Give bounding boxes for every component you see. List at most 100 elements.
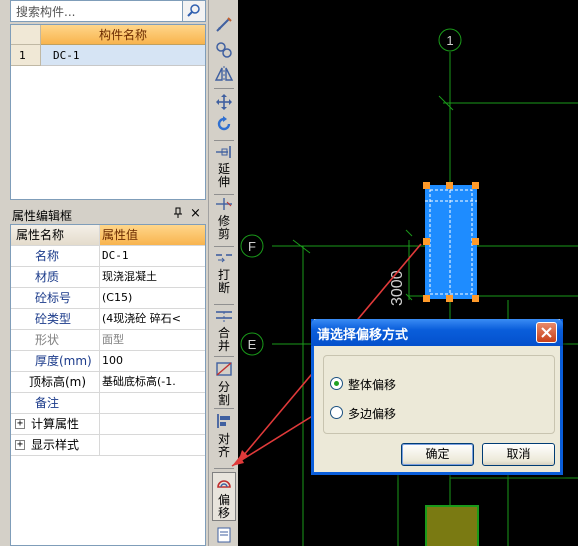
property-row-shape: 形状 面型 — [11, 330, 205, 351]
offset-mode-group: 整体偏移 多边偏移 — [323, 355, 555, 434]
axis-label-e: E — [248, 337, 257, 352]
edit-toolbar: 延伸 修剪 打断 合并 分割 对齐 偏移 — [208, 0, 238, 546]
dialog-close-button[interactable] — [536, 322, 557, 343]
property-row-concrete-type[interactable]: 砼类型 (4现浇砼 碎石< — [11, 309, 205, 330]
property-value[interactable]: (C15) — [100, 288, 205, 308]
property-row-top-elevation[interactable]: 顶标高(m) 基础底标高(-1. — [11, 372, 205, 393]
dimension-text: 3000 — [389, 270, 406, 306]
align-icon — [217, 414, 230, 428]
property-key: 顶标高(m) — [11, 372, 100, 392]
move-button[interactable] — [212, 92, 236, 115]
property-group-label: + 显示样式 — [11, 435, 100, 455]
property-row-concrete-grade[interactable]: 砼标号 (C15) — [11, 288, 205, 309]
row-name[interactable]: DC-1 — [41, 45, 205, 66]
expand-icon[interactable]: + — [15, 440, 25, 450]
property-value[interactable]: 基础底标高(-1. — [100, 372, 205, 392]
split-button[interactable]: 分割 — [212, 360, 236, 407]
document-icon — [217, 527, 231, 543]
rotate-button[interactable] — [212, 114, 236, 137]
mirror-button[interactable] — [212, 64, 236, 87]
radio-polygon-offset-label[interactable]: 多边偏移 — [348, 405, 396, 422]
merge-icon — [216, 311, 232, 322]
copy-icon — [216, 42, 232, 58]
property-row-remark[interactable]: 备注 — [11, 393, 205, 414]
search-input[interactable]: 搜索构件... — [16, 3, 75, 20]
property-name-header: 属性名称 — [11, 225, 100, 245]
column-header-name[interactable]: 构件名称 — [41, 25, 205, 45]
selected-footing[interactable] — [423, 182, 479, 302]
row-index: 1 — [11, 45, 41, 66]
property-value[interactable]: DC-1 — [100, 246, 205, 266]
property-key: 材质 — [11, 267, 100, 287]
property-key: 备注 — [11, 393, 100, 413]
offset-icon — [217, 480, 231, 488]
mirror-copy-button[interactable] — [212, 40, 236, 63]
pin-icon[interactable] — [173, 207, 183, 222]
property-key: 形状 — [11, 330, 100, 350]
radio-selected-dot — [334, 381, 339, 386]
ok-button[interactable]: 确定 — [401, 443, 474, 466]
trim-button[interactable]: 修剪 — [212, 196, 236, 241]
group-name: 计算属性 — [31, 417, 80, 431]
radio-whole-offset-label[interactable]: 整体偏移 — [348, 376, 396, 393]
property-group-label: + 计算属性 — [11, 414, 100, 434]
property-row-material[interactable]: 材质 现浇混凝土 — [11, 267, 205, 288]
search-button[interactable] — [182, 1, 205, 21]
pencil-tool-button[interactable] — [212, 14, 236, 37]
property-group-display[interactable]: + 显示样式 — [11, 435, 205, 456]
property-value — [100, 414, 205, 434]
property-key: 名称 — [11, 246, 100, 266]
offset-button[interactable]: 偏移 — [212, 472, 236, 521]
property-value[interactable]: 100 — [100, 351, 205, 371]
break-icon — [216, 254, 232, 263]
dialog-titlebar[interactable]: 请选择偏移方式 — [311, 319, 563, 346]
next-tool-button[interactable] — [212, 526, 236, 546]
extend-label: 延伸 — [218, 162, 231, 189]
break-button[interactable]: 打断 — [212, 250, 236, 295]
rotate-icon — [217, 116, 231, 131]
property-row-thickness[interactable]: 厚度(mm) 100 — [11, 351, 205, 372]
extend-button[interactable]: 延伸 — [212, 144, 236, 189]
split-icon — [216, 362, 232, 376]
extend-icon — [216, 146, 231, 158]
property-grid: 属性名称 属性值 名称 DC-1 材质 现浇混凝土 砼标号 (C15) 砼类型 … — [10, 224, 206, 546]
property-value-header: 属性值 — [100, 225, 205, 245]
align-button[interactable]: 对齐 — [212, 412, 236, 459]
merge-button[interactable]: 合并 — [212, 308, 236, 353]
component-list: 构件名称 1 DC-1 — [10, 24, 206, 200]
offset-label: 偏移 — [218, 493, 231, 520]
property-panel-titlebar: 属性编辑框 × — [10, 206, 206, 223]
trim-icon — [216, 198, 232, 210]
property-value — [100, 435, 205, 455]
property-key: 砼标号 — [11, 288, 100, 308]
move-icon — [216, 94, 232, 110]
list-row[interactable]: 1 DC-1 — [11, 45, 205, 66]
dialog-title: 请选择偏移方式 — [317, 328, 409, 343]
merge-label: 合并 — [218, 326, 231, 353]
search-box[interactable]: 搜索构件... — [10, 0, 206, 22]
axis-label-f: F — [248, 239, 256, 254]
left-panel: 搜索构件... 构件名称 1 DC-1 属性编辑框 × 属性名称 属性值 名称 … — [0, 0, 208, 546]
property-panel-title: 属性编辑框 — [12, 209, 73, 223]
lower-footing[interactable] — [425, 505, 479, 546]
property-grid-header: 属性名称 属性值 — [11, 225, 205, 246]
property-value[interactable]: (4现浇砼 碎石< — [100, 309, 205, 329]
search-icon — [187, 4, 200, 17]
property-key: 砼类型 — [11, 309, 100, 329]
radio-polygon-offset[interactable] — [330, 406, 343, 419]
property-value[interactable] — [100, 393, 205, 413]
property-group-calc[interactable]: + 计算属性 — [11, 414, 205, 435]
close-panel-button[interactable]: × — [190, 206, 201, 221]
cancel-button[interactable]: 取消 — [482, 443, 555, 466]
mirror-icon — [214, 66, 234, 82]
axis-label-1: 1 — [446, 33, 453, 48]
list-header: 构件名称 — [11, 25, 205, 45]
align-label: 对齐 — [218, 432, 231, 459]
property-key: 厚度(mm) — [11, 351, 100, 371]
radio-whole-offset[interactable] — [330, 377, 343, 390]
trim-label: 修剪 — [218, 214, 231, 241]
expand-icon[interactable]: + — [15, 419, 25, 429]
close-icon — [541, 327, 552, 338]
property-value[interactable]: 现浇混凝土 — [100, 267, 205, 287]
property-row-name[interactable]: 名称 DC-1 — [11, 246, 205, 267]
